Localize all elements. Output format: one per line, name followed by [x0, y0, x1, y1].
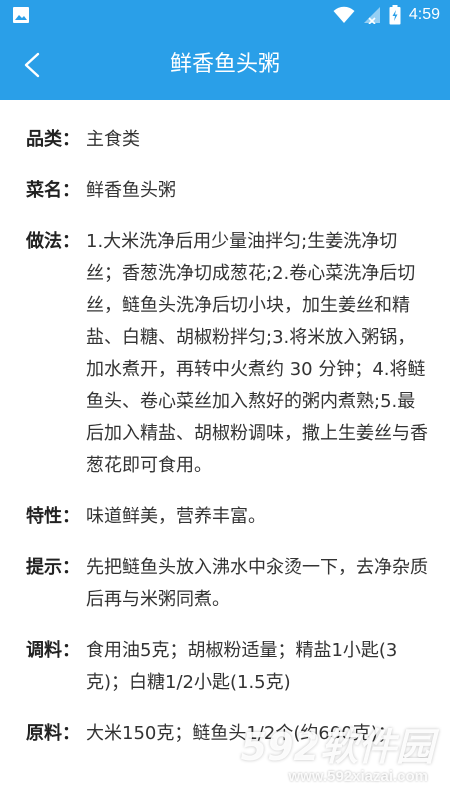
signal-icon: [363, 7, 380, 24]
detail-label: 原料：: [26, 723, 80, 744]
app-bar: 鲜香鱼头粥: [0, 30, 450, 100]
detail-row-seasoning: 调料： 食用油5克；胡椒粉适量；精盐1小匙(3克)；白糖1/2小匙(1.5克): [0, 635, 450, 699]
detail-label: 调料：: [26, 640, 80, 661]
detail-label: 菜名：: [26, 180, 80, 201]
wifi-icon: [333, 6, 355, 23]
detail-value: 鲜香鱼头粥: [86, 180, 176, 201]
detail-value: 味道鲜美，营养丰富。: [86, 506, 266, 527]
detail-value: 食用油5克；胡椒粉适量；精盐1小匙(3克)；白糖1/2小匙(1.5克): [86, 640, 398, 693]
status-bar: 4:59: [0, 0, 450, 30]
image-icon: [13, 7, 29, 23]
detail-row-method: 做法： 1.大米洗净后用少量油拌匀;生姜洗净切丝；香葱洗净切成葱花;2.卷心菜洗…: [0, 226, 450, 482]
detail-label: 品类：: [26, 129, 80, 150]
detail-row-tip: 提示： 先把鲢鱼头放入沸水中汆烫一下，去净杂质后再与米粥同煮。: [0, 552, 450, 616]
detail-value: 主食类: [86, 129, 140, 150]
detail-value: 1.大米洗净后用少量油拌匀;生姜洗净切丝；香葱洗净切成葱花;2.卷心菜洗净后切丝…: [86, 231, 428, 476]
detail-row-ingredients: 原料： 大米150克；鲢鱼头1/2个(约600克)；: [0, 718, 450, 750]
status-icons: 4:59: [333, 0, 440, 30]
page-title: 鲜香鱼头粥: [169, 52, 280, 77]
detail-value: 先把鲢鱼头放入沸水中汆烫一下，去净杂质后再与米粥同煮。: [86, 557, 428, 610]
recipe-detail: 品类： 主食类 菜名： 鲜香鱼头粥 做法： 1.大米洗净后用少量油拌匀;生姜洗净…: [0, 100, 450, 800]
detail-row-category: 品类： 主食类: [0, 124, 450, 156]
detail-value: 大米150克；鲢鱼头1/2个(约600克)；: [86, 723, 396, 744]
detail-row-name: 菜名： 鲜香鱼头粥: [0, 175, 450, 207]
detail-label: 做法：: [26, 231, 80, 252]
detail-row-feature: 特性： 味道鲜美，营养丰富。: [0, 501, 450, 533]
battery-icon: [389, 5, 401, 25]
detail-label: 提示：: [26, 557, 80, 578]
detail-label: 特性：: [26, 506, 80, 527]
status-time: 4:59: [408, 6, 440, 23]
